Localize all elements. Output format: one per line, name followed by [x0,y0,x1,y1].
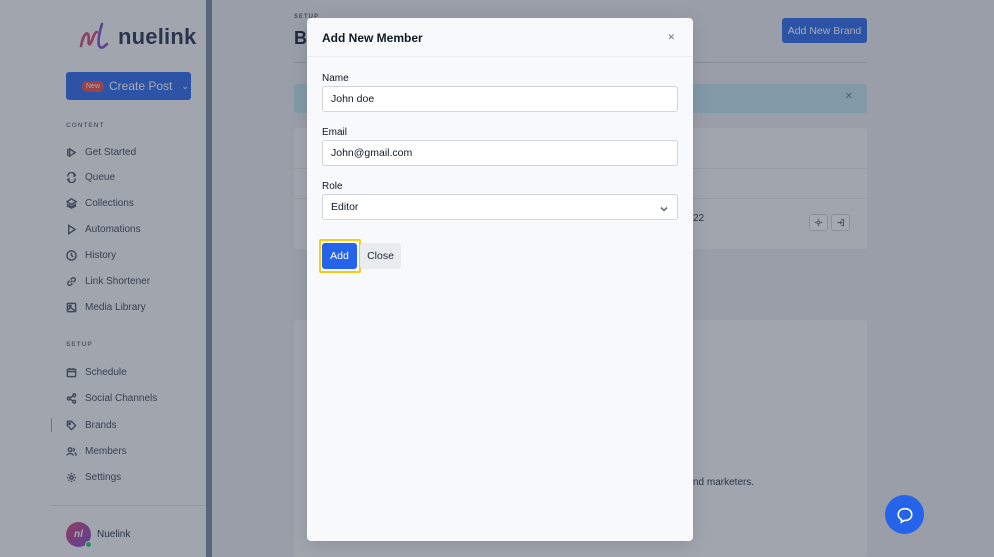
add-member-modal: Add New Member ✕ Name John doe Email Joh… [307,18,693,541]
name-label: Name [322,73,349,84]
chevron-down-icon [660,204,668,212]
chat-bubble-icon [896,507,913,524]
name-field[interactable]: John doe [322,86,678,112]
role-select-value: Editor [331,201,359,213]
email-field[interactable]: John@gmail.com [322,140,678,166]
close-icon[interactable]: ✕ [667,32,675,43]
add-button[interactable]: Add [322,243,357,269]
modal-header: Add New Member ✕ [307,18,693,57]
modal-title: Add New Member [322,31,423,45]
close-button[interactable]: Close [360,243,401,269]
role-label: Role [322,181,343,192]
name-field-value: John doe [331,93,375,105]
role-select[interactable]: Editor [322,194,678,220]
help-chat-button[interactable] [885,495,924,534]
email-label: Email [322,127,348,138]
email-field-value: John@gmail.com [331,147,413,159]
